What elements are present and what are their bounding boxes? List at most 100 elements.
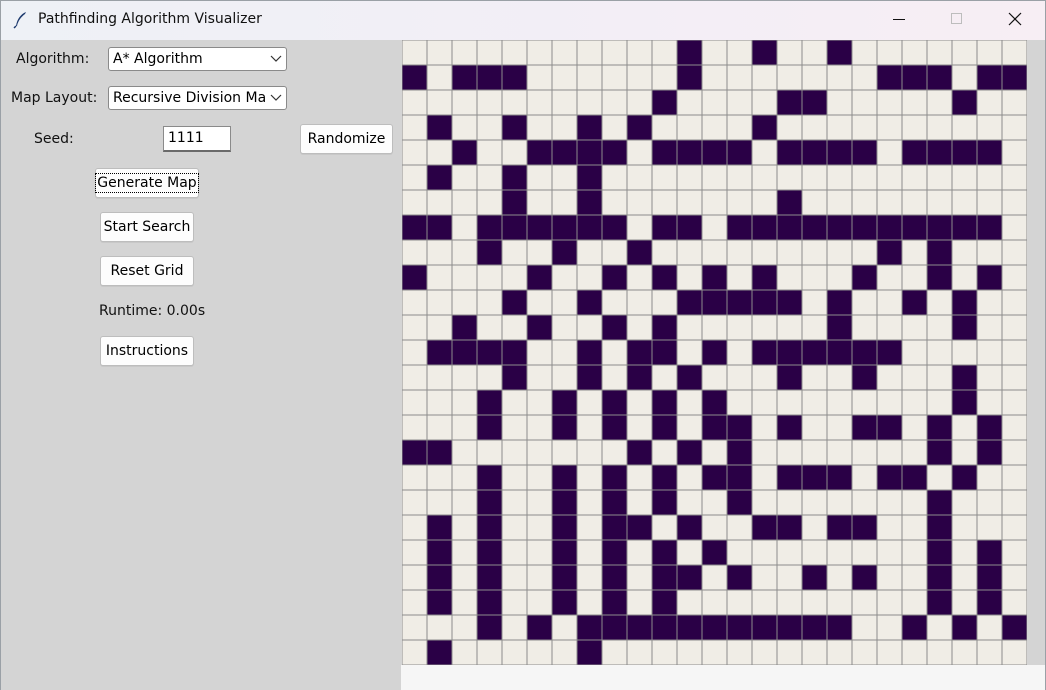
empty-cell[interactable] [701, 40, 728, 66]
empty-cell[interactable] [976, 514, 1003, 541]
wall-cell[interactable] [951, 314, 978, 341]
empty-cell[interactable] [601, 439, 628, 466]
empty-cell[interactable] [751, 464, 778, 491]
empty-cell[interactable] [651, 189, 678, 216]
empty-cell[interactable] [751, 314, 778, 341]
empty-cell[interactable] [402, 614, 428, 641]
empty-cell[interactable] [701, 639, 728, 665]
empty-cell[interactable] [876, 564, 903, 591]
empty-cell[interactable] [601, 164, 628, 191]
empty-cell[interactable] [876, 189, 903, 216]
empty-cell[interactable] [451, 414, 478, 441]
wall-cell[interactable] [576, 339, 603, 366]
empty-cell[interactable] [476, 364, 503, 391]
empty-cell[interactable] [726, 589, 753, 616]
empty-cell[interactable] [901, 539, 928, 566]
wall-cell[interactable] [1001, 614, 1027, 641]
empty-cell[interactable] [526, 364, 553, 391]
empty-cell[interactable] [901, 89, 928, 116]
wall-cell[interactable] [876, 464, 903, 491]
empty-cell[interactable] [751, 389, 778, 416]
empty-cell[interactable] [726, 189, 753, 216]
wall-cell[interactable] [676, 614, 703, 641]
empty-cell[interactable] [726, 264, 753, 291]
empty-cell[interactable] [651, 289, 678, 316]
wall-cell[interactable] [976, 139, 1003, 166]
wall-cell[interactable] [926, 214, 953, 241]
empty-cell[interactable] [976, 364, 1003, 391]
empty-cell[interactable] [701, 589, 728, 616]
empty-cell[interactable] [901, 589, 928, 616]
empty-cell[interactable] [701, 239, 728, 266]
empty-cell[interactable] [851, 639, 878, 665]
empty-cell[interactable] [402, 539, 428, 566]
maze-grid[interactable] [402, 40, 1027, 665]
empty-cell[interactable] [751, 139, 778, 166]
empty-cell[interactable] [801, 164, 828, 191]
empty-cell[interactable] [402, 139, 428, 166]
empty-cell[interactable] [676, 639, 703, 665]
empty-cell[interactable] [676, 314, 703, 341]
empty-cell[interactable] [801, 439, 828, 466]
empty-cell[interactable] [501, 539, 528, 566]
empty-cell[interactable] [876, 40, 903, 66]
empty-cell[interactable] [526, 464, 553, 491]
wall-cell[interactable] [576, 639, 603, 665]
title-bar[interactable]: Pathfinding Algorithm Visualizer [1, 1, 1045, 40]
wall-cell[interactable] [626, 514, 653, 541]
empty-cell[interactable] [426, 264, 453, 291]
empty-cell[interactable] [626, 414, 653, 441]
wall-cell[interactable] [551, 389, 578, 416]
empty-cell[interactable] [701, 214, 728, 241]
empty-cell[interactable] [476, 40, 503, 66]
empty-cell[interactable] [651, 114, 678, 141]
empty-cell[interactable] [901, 514, 928, 541]
wall-cell[interactable] [876, 339, 903, 366]
empty-cell[interactable] [402, 564, 428, 591]
empty-cell[interactable] [501, 564, 528, 591]
empty-cell[interactable] [526, 414, 553, 441]
wall-cell[interactable] [676, 364, 703, 391]
empty-cell[interactable] [676, 389, 703, 416]
empty-cell[interactable] [751, 189, 778, 216]
wall-cell[interactable] [651, 614, 678, 641]
wall-cell[interactable] [726, 139, 753, 166]
empty-cell[interactable] [876, 314, 903, 341]
empty-cell[interactable] [402, 289, 428, 316]
wall-cell[interactable] [476, 489, 503, 516]
empty-cell[interactable] [951, 489, 978, 516]
wall-cell[interactable] [726, 414, 753, 441]
empty-cell[interactable] [402, 364, 428, 391]
wall-cell[interactable] [851, 414, 878, 441]
empty-cell[interactable] [926, 314, 953, 341]
empty-cell[interactable] [951, 339, 978, 366]
empty-cell[interactable] [926, 89, 953, 116]
wall-cell[interactable] [976, 564, 1003, 591]
empty-cell[interactable] [576, 239, 603, 266]
empty-cell[interactable] [576, 40, 603, 66]
empty-cell[interactable] [976, 89, 1003, 116]
empty-cell[interactable] [976, 114, 1003, 141]
empty-cell[interactable] [751, 564, 778, 591]
empty-cell[interactable] [426, 40, 453, 66]
empty-cell[interactable] [726, 339, 753, 366]
empty-cell[interactable] [626, 64, 653, 91]
empty-cell[interactable] [751, 64, 778, 91]
empty-cell[interactable] [451, 239, 478, 266]
empty-cell[interactable] [851, 589, 878, 616]
empty-cell[interactable] [1001, 464, 1027, 491]
empty-cell[interactable] [551, 639, 578, 665]
wall-cell[interactable] [976, 589, 1003, 616]
empty-cell[interactable] [901, 239, 928, 266]
empty-cell[interactable] [651, 439, 678, 466]
empty-cell[interactable] [776, 539, 803, 566]
empty-cell[interactable] [601, 239, 628, 266]
empty-cell[interactable] [426, 614, 453, 641]
reset-grid-button[interactable]: Reset Grid [100, 256, 194, 286]
empty-cell[interactable] [451, 189, 478, 216]
wall-cell[interactable] [951, 89, 978, 116]
empty-cell[interactable] [626, 464, 653, 491]
empty-cell[interactable] [476, 264, 503, 291]
empty-cell[interactable] [526, 289, 553, 316]
empty-cell[interactable] [576, 439, 603, 466]
